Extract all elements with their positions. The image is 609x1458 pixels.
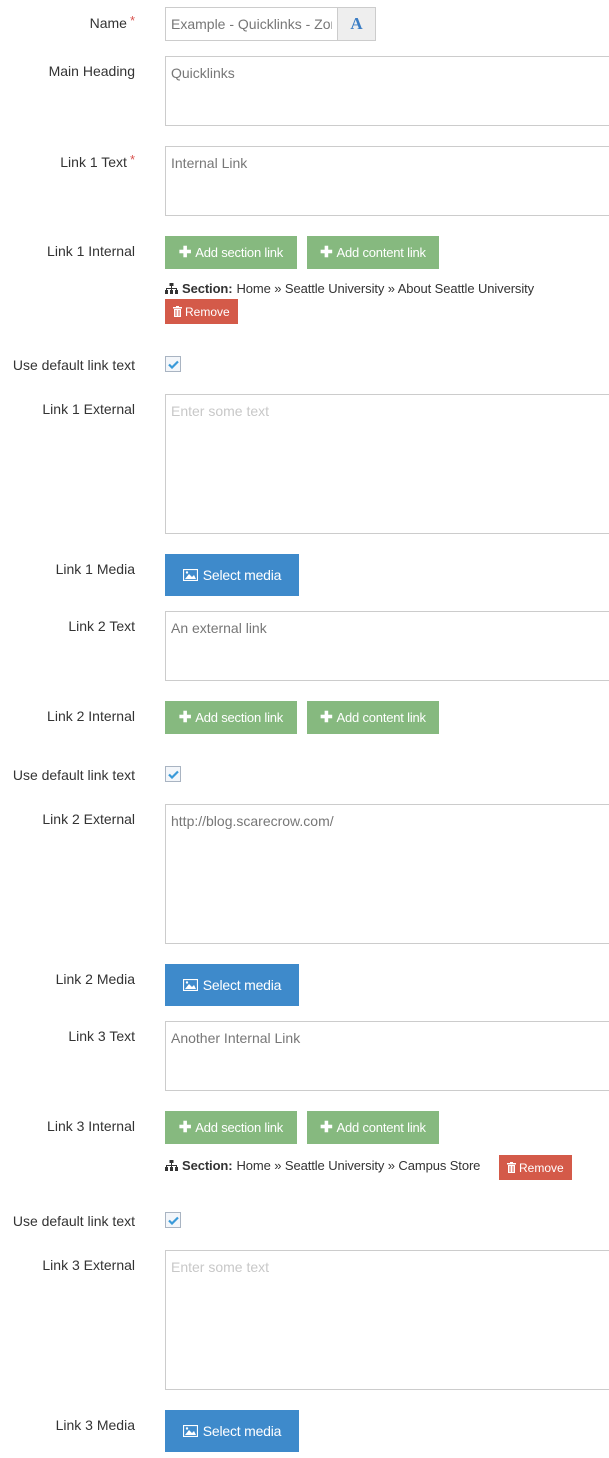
button-label: Add section link [195, 1120, 284, 1135]
image-icon [182, 569, 198, 581]
link1-section-path: Section: Home » Seattle University » Abo… [165, 281, 534, 296]
button-label: Remove [185, 304, 230, 319]
name-input[interactable] [165, 7, 338, 41]
plus-icon: ✚ [178, 709, 192, 726]
link1-text-label: Link 1 Text * [60, 152, 135, 170]
link1-internal-label: Link 1 Internal [47, 243, 135, 259]
section-path-text: Home » Seattle University » About Seattl… [236, 281, 535, 296]
link3-default-text-checkbox[interactable] [165, 1212, 181, 1228]
plus-icon: ✚ [320, 1119, 333, 1136]
link2-default-text-label: Use default link text [12, 767, 135, 783]
checkmark-icon [167, 1216, 179, 1225]
link3-text-input[interactable]: Another Internal Link [165, 1021, 609, 1091]
link3-text-label: Link 3 Text [68, 1028, 135, 1044]
link3-add-section-link-button[interactable]: ✚ Add section link [165, 1111, 297, 1144]
link1-add-section-link-button[interactable]: ✚ Add section link [165, 236, 297, 269]
link3-add-content-link-button[interactable]: ✚ Add content link [307, 1111, 439, 1144]
link3-section-path: Section: Home » Seattle University » Cam… [165, 1158, 480, 1173]
section-prefix: Section: [182, 1158, 233, 1173]
link2-media-label: Link 2 Media [55, 971, 135, 987]
link1-remove-button[interactable]: Remove [165, 299, 238, 324]
checkmark-icon [167, 770, 179, 779]
sitemap-icon [165, 283, 178, 294]
main-heading-label: Main Heading [48, 63, 135, 79]
sitemap-icon [165, 1160, 178, 1171]
link1-media-label: Link 1 Media [55, 561, 135, 577]
link1-text-input[interactable]: Internal Link [165, 146, 609, 216]
button-label: Select media [202, 567, 282, 583]
link2-internal-label: Link 2 Internal [47, 708, 135, 724]
plus-icon: ✚ [178, 244, 192, 261]
plus-icon: ✚ [320, 244, 333, 261]
button-label: Add section link [195, 245, 284, 260]
button-label: Remove [519, 1160, 564, 1175]
section-path-text: Home » Seattle University » Campus Store [236, 1158, 481, 1173]
link1-add-content-link-button[interactable]: ✚ Add content link [307, 236, 439, 269]
link1-external-input[interactable] [165, 394, 609, 534]
main-heading-input[interactable]: Quicklinks [165, 56, 609, 126]
button-label: Select media [202, 1423, 282, 1439]
link3-external-label: Link 3 External [42, 1257, 135, 1273]
checkmark-icon [167, 360, 179, 369]
link3-media-label: Link 3 Media [55, 1417, 135, 1433]
required-marker: * [129, 152, 135, 167]
image-icon [182, 979, 198, 991]
link2-external-label: Link 2 External [42, 811, 135, 827]
link3-external-input[interactable] [165, 1250, 609, 1390]
link3-select-media-button[interactable]: Select media [165, 1410, 299, 1452]
button-label: Add content link [336, 710, 427, 725]
link3-internal-label: Link 3 Internal [47, 1118, 135, 1134]
link3-remove-button[interactable]: Remove [499, 1155, 572, 1180]
link2-select-media-button[interactable]: Select media [165, 964, 299, 1006]
plus-icon: ✚ [178, 1119, 192, 1136]
link2-add-content-link-button[interactable]: ✚ Add content link [307, 701, 439, 734]
trash-icon [173, 306, 182, 317]
link2-external-input[interactable]: http://blog.scarecrow.com/ [165, 804, 609, 944]
required-marker: * [129, 13, 135, 28]
translate-button[interactable]: A [337, 7, 376, 41]
name-label: Name * [89, 13, 135, 31]
plus-icon: ✚ [320, 709, 333, 726]
font-a-icon: A [350, 14, 363, 33]
link2-text-label: Link 2 Text [68, 618, 135, 634]
link3-default-text-label: Use default link text [12, 1213, 135, 1229]
link2-add-section-link-button[interactable]: ✚ Add section link [165, 701, 297, 734]
link1-default-text-checkbox[interactable] [165, 356, 181, 372]
section-prefix: Section: [182, 281, 233, 296]
link1-external-label: Link 1 External [42, 401, 135, 417]
button-label: Add section link [195, 710, 284, 725]
button-label: Select media [202, 977, 282, 993]
image-icon [182, 1425, 198, 1437]
link2-default-text-checkbox[interactable] [165, 766, 181, 782]
trash-icon [507, 1162, 516, 1173]
button-label: Add content link [336, 1120, 427, 1135]
button-label: Add content link [336, 245, 427, 260]
link1-default-text-label: Use default link text [12, 357, 135, 373]
link2-text-input[interactable]: An external link [165, 611, 609, 681]
link1-select-media-button[interactable]: Select media [165, 554, 299, 596]
